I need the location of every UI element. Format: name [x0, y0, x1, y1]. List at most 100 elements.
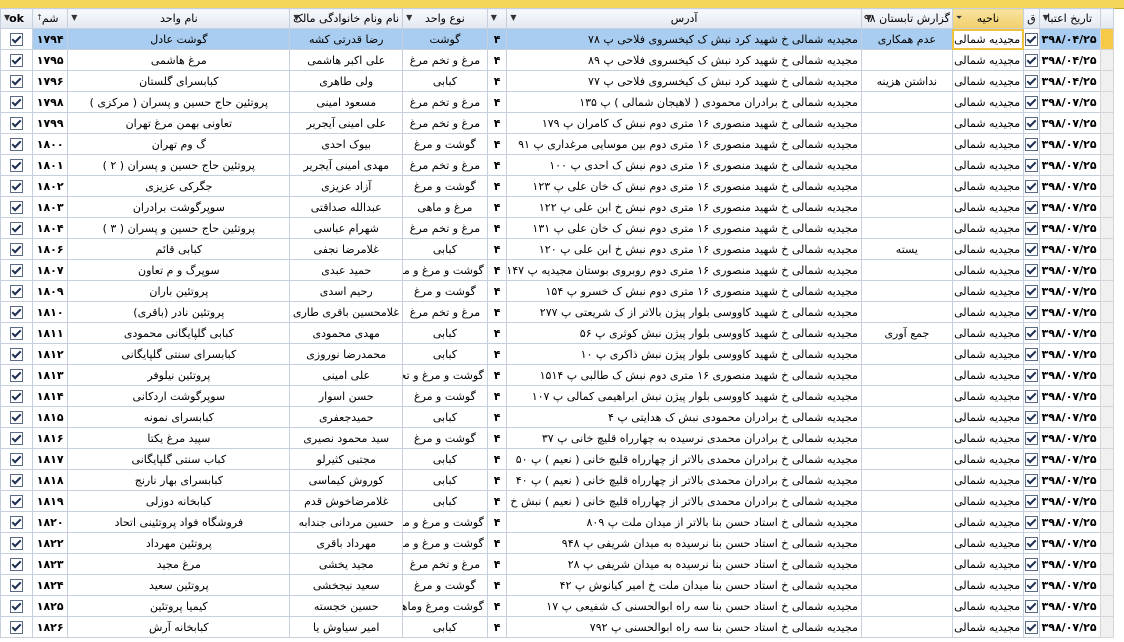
cell-report[interactable]	[860, 532, 953, 554]
cell-report[interactable]	[860, 112, 953, 134]
cell-owner[interactable]: امیر سیاوش یا	[289, 616, 404, 638]
checkbox-qr[interactable]	[1023, 322, 1040, 344]
cell-unit-type[interactable]: گوشت و مرغ و تخم مرغ	[402, 364, 488, 386]
cell-owner[interactable]: حمید عبدی	[289, 259, 404, 281]
cell-region[interactable]: مجیدیه شمالی	[951, 511, 1025, 533]
cell-address[interactable]: مجیدیه شمالی خ استاد حسن بنا نرسیده به م…	[506, 553, 862, 575]
cell-address[interactable]: مجیدیه شمالی خ شهید کاووسی بلوار پیژن نب…	[506, 385, 862, 407]
chevron-down-icon[interactable]: ▼	[866, 13, 872, 22]
cell-unit-type[interactable]: گوشت و مرغ و ماهی	[402, 259, 488, 281]
cell-owner[interactable]: مجتبی کثیرلو	[289, 448, 404, 470]
cell-number[interactable]: ۱۸۲۶	[32, 616, 69, 638]
checkbox-ok[interactable]	[0, 385, 34, 407]
cell-region[interactable]: مجیدیه شمالی	[951, 322, 1025, 344]
cell-n4[interactable]: ۴	[486, 364, 508, 386]
checkbox-ok[interactable]	[0, 322, 34, 344]
cell-validity-date[interactable]: ۱۳۹۸/۰۷/۲۵	[1038, 154, 1101, 176]
cell-n4[interactable]: ۴	[486, 301, 508, 323]
cell-unit-name[interactable]: گوشت عادل	[67, 28, 291, 50]
cell-report[interactable]: نداشتن هزینه	[860, 70, 953, 92]
cell-unit-name[interactable]: سوپرگوشت برادران	[67, 196, 291, 218]
cell-unit-type[interactable]: مرغ و تخم مرغ	[402, 112, 488, 134]
cell-number[interactable]: ۱۸۲۲	[32, 532, 69, 554]
cell-number[interactable]: ۱۸۰۳	[32, 196, 69, 218]
cell-region[interactable]: مجیدیه شمالی	[951, 49, 1025, 71]
row-selector[interactable]	[1099, 133, 1115, 155]
cell-validity-date[interactable]: ۱۳۹۸/۰۷/۲۵	[1038, 196, 1101, 218]
cell-owner[interactable]: غلامرضاخوش قدم	[289, 490, 404, 512]
checkbox-checked-icon[interactable]	[1024, 410, 1038, 424]
cell-number[interactable]: ۱۷۹۴	[32, 28, 69, 50]
cell-unit-type[interactable]: گوشت و مرغ	[402, 427, 488, 449]
checkbox-checked-icon[interactable]	[1024, 116, 1038, 130]
cell-owner[interactable]: مجید یخشی	[289, 553, 404, 575]
cell-n4[interactable]: ۴	[486, 406, 508, 428]
checkbox-ok[interactable]	[0, 553, 34, 575]
chevron-down-icon[interactable]: ▼	[1043, 13, 1049, 22]
checkbox-ok[interactable]	[0, 49, 34, 71]
row-selector[interactable]	[1099, 70, 1115, 92]
checkbox-checked-icon[interactable]	[10, 599, 24, 613]
cell-validity-date[interactable]: ۱۳۹۸/۰۷/۲۵	[1038, 259, 1101, 281]
row-selector[interactable]	[1099, 154, 1115, 176]
cell-validity-date[interactable]: ۱۳۹۸/۰۷/۲۵	[1038, 553, 1101, 575]
cell-n4[interactable]: ۴	[486, 553, 508, 575]
cell-unit-name[interactable]: پروتئین حاج حسین و پسران ( ۲ )	[67, 154, 291, 176]
cell-unit-type[interactable]: کبابی	[402, 406, 488, 428]
cell-unit-type[interactable]: مرغ و تخم مرغ	[402, 301, 488, 323]
checkbox-checked-icon[interactable]	[1024, 326, 1038, 340]
checkbox-checked-icon[interactable]	[10, 32, 24, 46]
cell-validity-date[interactable]: ۱۳۹۸/۰۴/۲۵	[1038, 70, 1101, 92]
checkbox-ok[interactable]	[0, 217, 34, 239]
checkbox-checked-icon[interactable]	[10, 200, 24, 214]
cell-unit-type[interactable]: مرغ و تخم مرغ	[402, 553, 488, 575]
cell-validity-date[interactable]: ۱۳۹۸/۰۷/۲۵	[1038, 175, 1101, 197]
cell-address[interactable]: مجیدیه شمالی خ شهید منصوری ۱۶ متری دوم ر…	[506, 259, 862, 281]
cell-report[interactable]	[860, 553, 953, 575]
checkbox-qr[interactable]	[1023, 112, 1040, 134]
checkbox-checked-icon[interactable]	[10, 536, 24, 550]
checkbox-qr[interactable]	[1023, 133, 1040, 155]
cell-report[interactable]	[860, 385, 953, 407]
column-header-owner[interactable]: نام ونام خانوادگی مالک ▼	[289, 8, 404, 29]
cell-owner[interactable]: عبدالله صداقتی	[289, 196, 404, 218]
cell-owner[interactable]: مهدی امینی آیجریر	[289, 154, 404, 176]
table-row[interactable]: ۱۳۹۸/۰۷/۲۵ مجیدیه شمالی مجیدیه شمالی خ است…	[0, 511, 1115, 533]
checkbox-qr[interactable]	[1023, 406, 1040, 428]
checkbox-checked-icon[interactable]	[10, 515, 24, 529]
cell-n4[interactable]: ۴	[486, 574, 508, 596]
checkbox-checked-icon[interactable]	[10, 221, 24, 235]
checkbox-checked-icon[interactable]	[1024, 95, 1038, 109]
cell-region[interactable]: مجیدیه شمالی	[951, 364, 1025, 386]
checkbox-checked-icon[interactable]	[10, 305, 24, 319]
cell-validity-date[interactable]: ۱۳۹۸/۰۷/۲۵	[1038, 280, 1101, 302]
cell-owner[interactable]: ولی طاهری	[289, 70, 404, 92]
cell-validity-date[interactable]: ۱۳۹۸/۰۷/۲۵	[1038, 133, 1101, 155]
checkbox-checked-icon[interactable]	[1024, 158, 1038, 172]
checkbox-checked-icon[interactable]	[10, 431, 24, 445]
cell-number[interactable]: ۱۸۰۷	[32, 259, 69, 281]
cell-unit-type[interactable]: کبابی	[402, 469, 488, 491]
cell-owner[interactable]: مهدی محمودی	[289, 322, 404, 344]
cell-region[interactable]: مجیدیه شمالی	[951, 469, 1025, 491]
cell-unit-name[interactable]: مرغ مجید	[67, 553, 291, 575]
checkbox-checked-icon[interactable]	[10, 578, 24, 592]
cell-report[interactable]	[860, 595, 953, 617]
cell-unit-type[interactable]: گوشت و مرغ	[402, 574, 488, 596]
cell-number[interactable]: ۱۸۲۰	[32, 511, 69, 533]
checkbox-qr[interactable]	[1023, 343, 1040, 365]
chevron-down-icon[interactable]: ▼	[71, 13, 77, 22]
cell-unit-name[interactable]: کبابسرای سنتی گلپایگانی	[67, 343, 291, 365]
checkbox-checked-icon[interactable]	[1024, 599, 1038, 613]
row-selector[interactable]	[1099, 28, 1115, 50]
cell-validity-date[interactable]: ۱۳۹۸/۰۷/۲۵	[1038, 91, 1101, 113]
checkbox-qr[interactable]	[1023, 301, 1040, 323]
column-header-unit-name[interactable]: نام واحد ▼	[67, 8, 291, 29]
cell-address[interactable]: مجیدیه شمالی خ شهید کاووسی بلوار پیژن با…	[506, 301, 862, 323]
checkbox-checked-icon[interactable]	[1024, 242, 1038, 256]
cell-address[interactable]: مجیدیه شمالی خ استاد حسن بنا میدان ملت خ…	[506, 574, 862, 596]
cell-region[interactable]: مجیدیه شمالی	[951, 133, 1025, 155]
cell-report[interactable]	[860, 196, 953, 218]
cell-region[interactable]: مجیدیه شمالی	[951, 553, 1025, 575]
row-selector[interactable]	[1099, 553, 1115, 575]
